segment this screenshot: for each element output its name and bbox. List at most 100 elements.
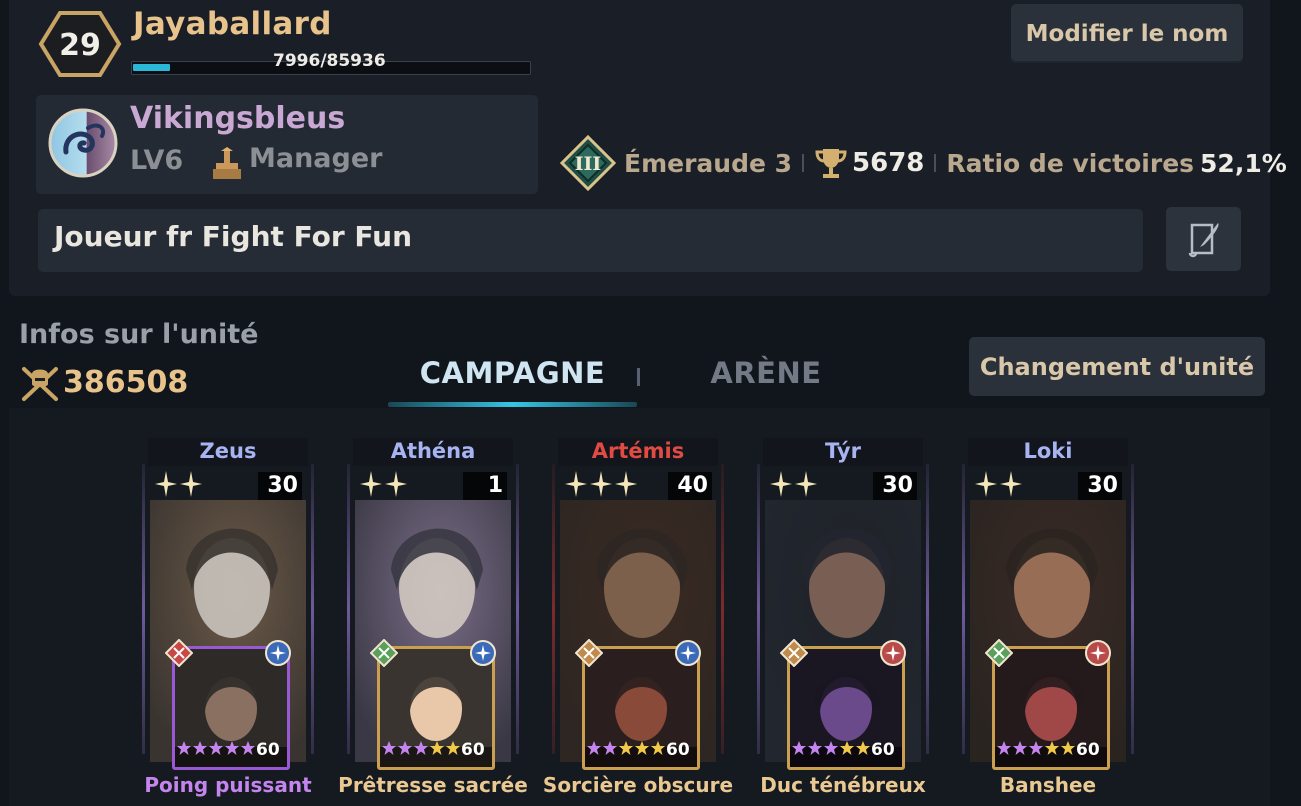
- sub-unit-name: Duc ténébreux: [760, 773, 926, 797]
- sub-unit-name: Banshee: [999, 773, 1097, 797]
- hero-card[interactable]: Zeus 30 60 Poing puissant: [140, 438, 316, 797]
- trophy-count: 5678: [852, 148, 925, 178]
- swirl-emblem-icon: [48, 108, 118, 178]
- star-icon: [1061, 741, 1075, 755]
- tab-campaign[interactable]: CAMPAGNE: [388, 356, 637, 390]
- hero-level: 30: [873, 472, 917, 500]
- tab-divider: [637, 368, 640, 386]
- sub-unit-level: 60: [871, 740, 895, 760]
- star-icon: [1013, 741, 1027, 755]
- star-icon: [770, 471, 792, 497]
- sub-unit-level: 60: [461, 740, 485, 760]
- guild-card[interactable]: Vikingsbleus LV6 Manager: [36, 95, 538, 194]
- hero-card[interactable]: Artémis 40 60 Sorcière obscure: [543, 438, 733, 797]
- quill-scroll-icon: [1188, 223, 1218, 258]
- star-icon: [209, 741, 223, 755]
- hero-stars: [154, 470, 203, 500]
- win-ratio-label: Ratio de victoires: [946, 148, 1195, 178]
- edit-motto-button[interactable]: [1166, 207, 1241, 271]
- star-icon: [615, 471, 637, 497]
- sub-unit-stars: [381, 740, 461, 756]
- svg-text:III: III: [575, 153, 602, 175]
- flame-icon: [880, 640, 906, 666]
- hero-card[interactable]: Athéna 1 60 Prêtresse sacrée: [338, 438, 528, 797]
- hero-level: 30: [258, 472, 302, 500]
- hero-card[interactable]: Loki 30 60 Banshee: [960, 438, 1136, 797]
- star-icon: [997, 741, 1011, 755]
- star-icon: [241, 741, 255, 755]
- star-icon: [603, 741, 617, 755]
- star-icon: [975, 471, 997, 497]
- star-icon: [795, 471, 817, 497]
- hero-name: Zeus: [199, 439, 257, 463]
- star-icon: [619, 741, 633, 755]
- star-icon: [414, 741, 428, 755]
- cross-diamond-icon: [985, 639, 1013, 667]
- crossed-swords-icon: [165, 639, 193, 667]
- throne-icon: [213, 147, 241, 179]
- hero-card[interactable]: Týr 30 60 Duc ténébreux: [755, 438, 931, 797]
- trophy-icon: [815, 149, 847, 178]
- star-icon: [1045, 741, 1059, 755]
- star-icon: [590, 471, 612, 497]
- cross-diamond-icon: [370, 639, 398, 667]
- stats-row: III Émeraude 3 5678 Ratio de victoires 5…: [560, 135, 1287, 191]
- divider: [802, 154, 805, 172]
- rename-button[interactable]: Modifier le nom: [1011, 4, 1243, 63]
- bow-icon: [575, 639, 603, 667]
- sparkle-icon: [470, 640, 496, 666]
- sub-unit-stars: [996, 740, 1076, 756]
- flame-icon: [1085, 640, 1111, 666]
- hero-name: Týr: [825, 439, 861, 463]
- bow-icon: [780, 639, 808, 667]
- rank-roman-three-icon: III: [560, 135, 616, 191]
- sub-unit-stars: [176, 740, 256, 756]
- guild-role: Manager: [249, 143, 383, 174]
- star-icon: [360, 471, 382, 497]
- sparkle-icon: [675, 640, 701, 666]
- crossed-swords-helmet-icon: [22, 367, 58, 401]
- star-icon: [446, 741, 460, 755]
- star-icon: [824, 741, 838, 755]
- unit-info-title: Infos sur l'unité: [19, 319, 259, 350]
- level-badge: 29: [38, 11, 122, 77]
- star-icon: [177, 741, 191, 755]
- star-icon: [856, 741, 870, 755]
- sub-unit-name: Sorcière obscure: [542, 773, 734, 797]
- hero-name: Artémis: [591, 439, 685, 463]
- xp-text: 7996/85936: [273, 51, 386, 71]
- star-icon: [180, 471, 202, 497]
- hero-stars: [974, 470, 1023, 500]
- player-name: Jayaballard: [133, 6, 332, 42]
- guild-level: LV6: [130, 145, 184, 176]
- hero-stars: [769, 470, 818, 500]
- divider: [934, 154, 937, 172]
- motto-text: Joueur fr Fight For Fun: [54, 220, 413, 253]
- star-icon: [1029, 741, 1043, 755]
- rank-name: Émeraude 3: [624, 148, 793, 178]
- motto-field[interactable]: Joueur fr Fight For Fun: [38, 209, 1143, 272]
- xp-bar-fill: [133, 64, 170, 71]
- tab-arena[interactable]: ARÈNE: [680, 356, 852, 390]
- hero-name: Athéna: [390, 439, 476, 463]
- active-tab-indicator: [388, 402, 637, 407]
- star-icon: [565, 471, 587, 497]
- hero-stars: [564, 470, 638, 500]
- change-unit-button[interactable]: Changement d'unité: [969, 337, 1265, 396]
- star-icon: [840, 741, 854, 755]
- sub-unit-stars: [586, 740, 666, 756]
- hero-level: 30: [1078, 472, 1122, 500]
- star-icon: [382, 741, 396, 755]
- sub-unit-name: Prêtresse sacrée: [338, 773, 528, 797]
- hero-level: 40: [668, 472, 712, 500]
- win-ratio-value: 52,1%: [1200, 148, 1287, 178]
- sub-unit-level: 60: [666, 740, 690, 760]
- hero-name: Loki: [1023, 439, 1073, 463]
- star-icon: [651, 741, 665, 755]
- sub-unit-stars: [791, 740, 871, 756]
- star-icon: [792, 741, 806, 755]
- guild-name: Vikingsbleus: [130, 101, 346, 136]
- sparkle-icon: [265, 640, 291, 666]
- star-icon: [587, 741, 601, 755]
- team-power: 386508: [63, 365, 189, 400]
